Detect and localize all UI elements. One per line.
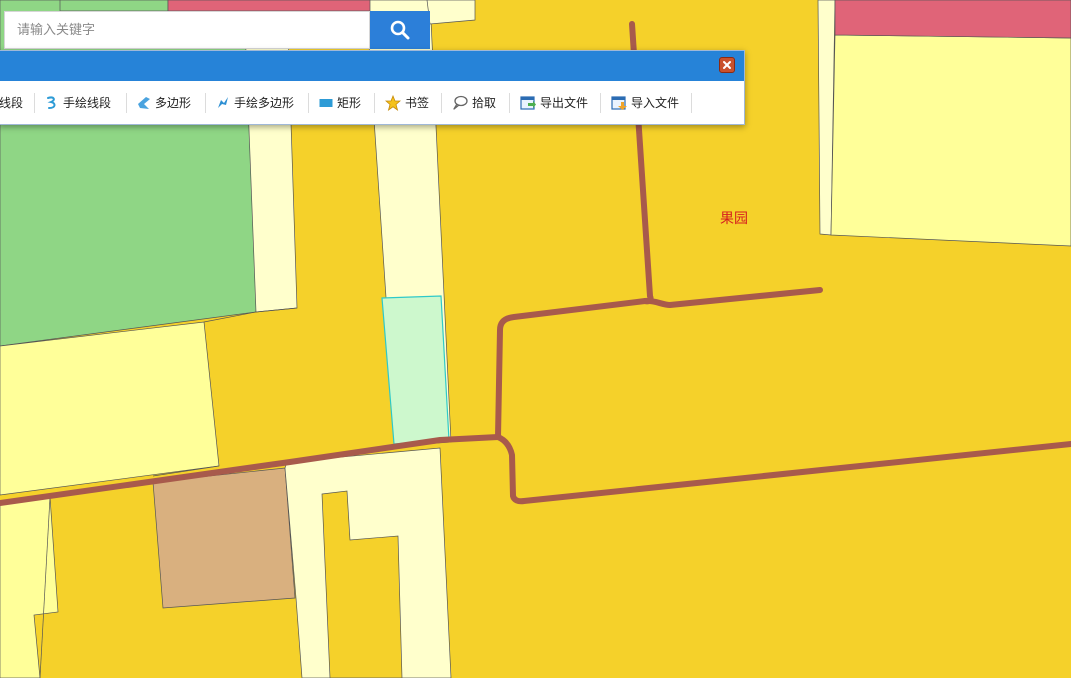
freehand-polygon-icon — [218, 96, 228, 108]
tool-label: 拾取 — [472, 96, 497, 110]
draw-toolbar: 线段 手绘线段 多边形 手绘多边形 矩形 书签 拾取 导出文件 导入文件 — [0, 81, 744, 124]
parcel-light-yellow-left — [0, 321, 220, 496]
tool-export-file[interactable]: 导出文件 — [520, 81, 588, 124]
separator — [34, 93, 35, 113]
tool-bookmark[interactable]: 书签 — [385, 81, 429, 124]
tool-polyline[interactable]: 线段 — [0, 81, 23, 124]
tool-label: 多边形 — [155, 96, 192, 110]
search-input[interactable] — [5, 12, 369, 48]
selected-parcel — [381, 295, 450, 445]
export-file-icon — [520, 95, 536, 110]
tool-pick[interactable]: 拾取 — [452, 81, 496, 124]
freehand-line-icon — [47, 96, 56, 109]
polygon-icon — [138, 96, 150, 109]
close-icon — [723, 61, 731, 69]
tool-label: 线段 — [0, 96, 24, 110]
parcel-pink-right — [834, 0, 1071, 39]
parcel-green-top — [59, 0, 169, 12]
separator — [374, 93, 375, 113]
pick-icon — [453, 95, 468, 110]
separator — [205, 93, 206, 113]
tool-label: 手绘线段 — [63, 96, 112, 110]
separator — [600, 93, 601, 113]
search-button[interactable] — [370, 11, 430, 49]
import-file-icon — [611, 95, 627, 110]
parcel-tan — [152, 467, 296, 609]
search-icon — [390, 20, 410, 40]
separator — [691, 93, 692, 113]
separator — [441, 93, 442, 113]
tool-polygon[interactable]: 多边形 — [137, 81, 191, 124]
separator — [509, 93, 510, 113]
parcel-pink-top — [167, 0, 371, 12]
tool-import-file[interactable]: 导入文件 — [611, 81, 679, 124]
draw-tool-panel-header[interactable] — [0, 51, 744, 81]
parcel-light-yellow-right — [830, 34, 1071, 247]
tool-label: 导出文件 — [540, 96, 589, 110]
tool-freehand-line[interactable]: 手绘线段 — [45, 81, 111, 124]
tool-rectangle[interactable]: 矩形 — [319, 81, 361, 124]
tool-label: 手绘多边形 — [234, 96, 295, 110]
rectangle-icon — [319, 98, 333, 107]
star-bookmark-icon — [385, 94, 401, 111]
tool-label: 书签 — [405, 96, 430, 110]
close-button[interactable] — [719, 57, 735, 73]
tool-freehand-polygon[interactable]: 手绘多边形 — [216, 81, 294, 124]
tool-label: 导入文件 — [631, 96, 680, 110]
tool-label: 矩形 — [337, 96, 362, 110]
map-label-orchard: 果园 — [720, 211, 748, 227]
separator — [126, 93, 127, 113]
parcel-cream-top — [426, 0, 476, 25]
draw-tool-panel: 线段 手绘线段 多边形 手绘多边形 矩形 书签 拾取 导出文件 导入文件 — [0, 50, 745, 125]
separator — [308, 93, 309, 113]
search-box — [4, 11, 370, 49]
